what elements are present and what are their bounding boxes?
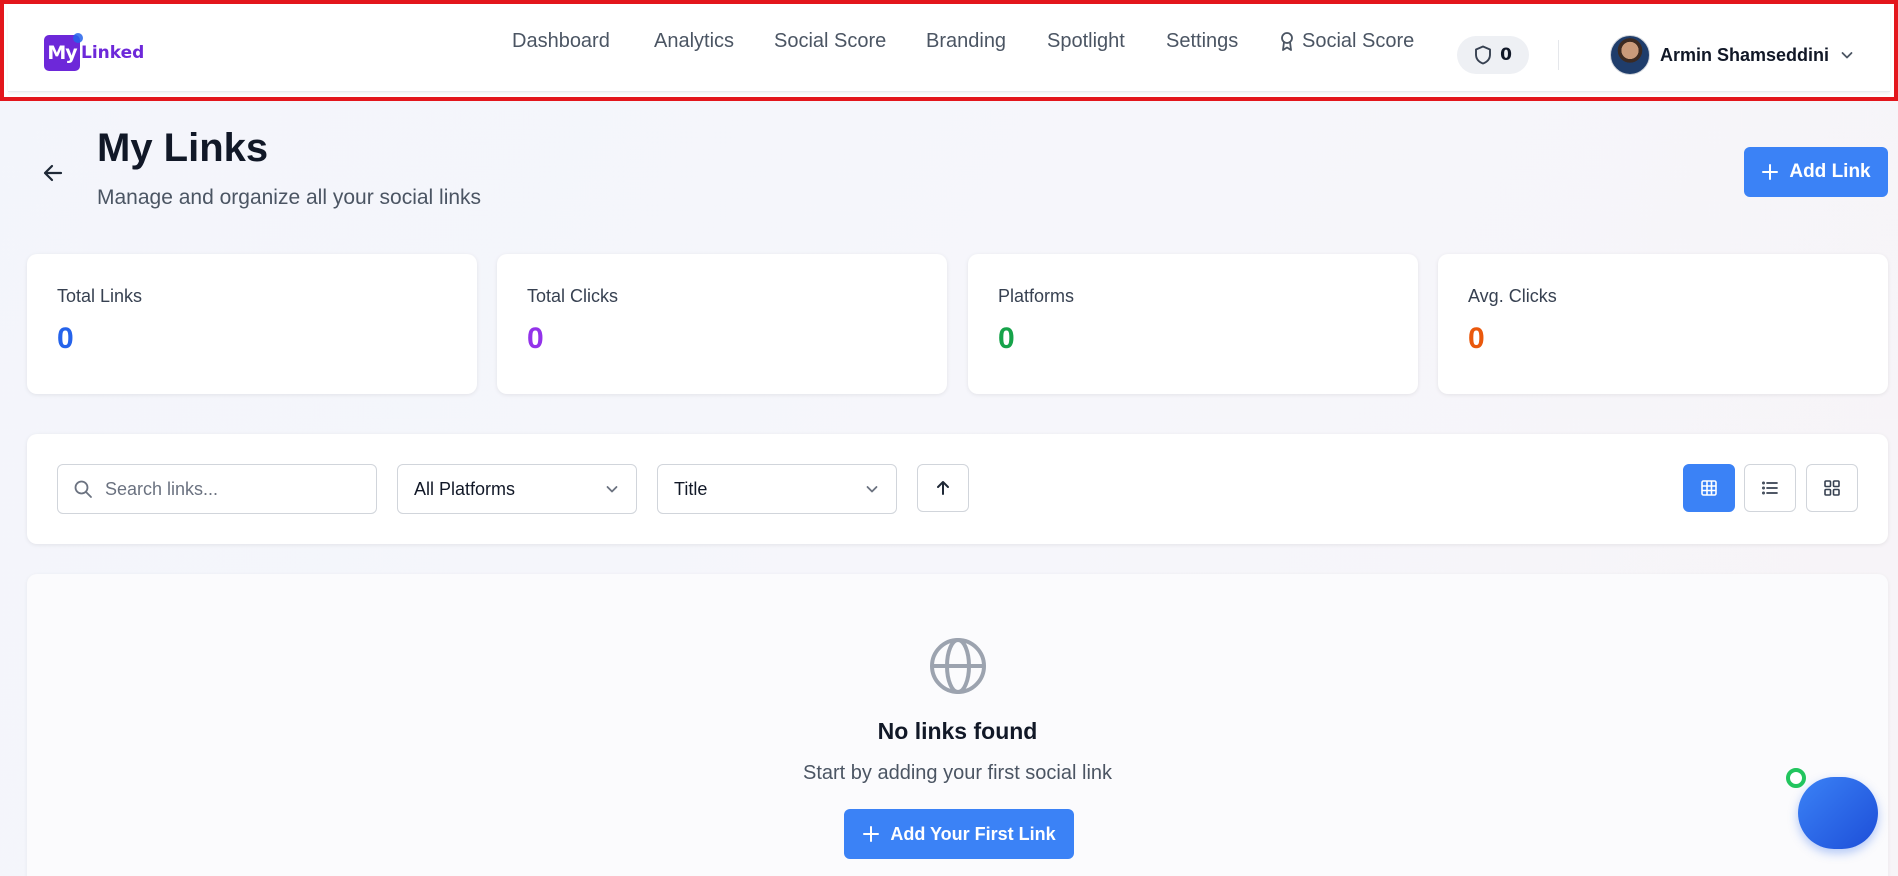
stat-card-total-links: Total Links 0 [27, 254, 477, 394]
empty-state-panel: No links found Start by adding your firs… [27, 574, 1888, 876]
platform-select-value: All Platforms [414, 478, 516, 499]
layout-grid-icon [1824, 480, 1840, 496]
brand-logo[interactable]: My Linked [44, 33, 145, 71]
sort-select[interactable]: Title [657, 464, 897, 514]
shield-badge[interactable]: 0 [1457, 36, 1529, 74]
nav-divider [1558, 40, 1559, 70]
chevron-down-icon [866, 486, 878, 493]
stat-value: 0 [998, 322, 1015, 355]
stat-label: Total Clicks [527, 286, 619, 306]
add-link-button[interactable]: Add Link [1744, 147, 1888, 197]
user-menu[interactable]: Armin Shamseddini [1610, 35, 1855, 75]
add-first-link-button[interactable]: Add Your First Link [844, 809, 1074, 859]
stat-label: Avg. Clicks [1468, 286, 1557, 306]
empty-state-subtitle: Start by adding your first social link [802, 762, 1113, 784]
stat-card-total-clicks: Total Clicks 0 [497, 254, 947, 394]
sort-direction-button[interactable] [917, 464, 969, 512]
add-link-label: Add Link [1789, 161, 1871, 182]
plus-icon [863, 826, 880, 842]
filter-bar: All Platforms Title [27, 434, 1888, 544]
back-arrow-icon[interactable] [40, 160, 66, 186]
stat-value: 0 [527, 322, 544, 355]
search-box[interactable] [57, 464, 377, 514]
stat-value: 0 [57, 322, 74, 355]
top-navigation-bar: My Linked Dashboard Analytics Social Sco… [0, 0, 1898, 101]
empty-state-title: No links found [877, 718, 1038, 744]
stat-label: Total Links [57, 286, 143, 306]
nav-analytics[interactable]: Analytics [654, 30, 734, 53]
nav-spotlight[interactable]: Spotlight [1047, 30, 1125, 53]
search-icon [74, 480, 92, 498]
award-label: Social Score [1302, 29, 1415, 52]
list-icon [1762, 481, 1778, 495]
add-first-link-label: Add Your First Link [890, 823, 1056, 844]
stat-card-avg-clicks: Avg. Clicks 0 [1438, 254, 1888, 394]
page-title: My Links [97, 126, 269, 170]
shield-icon [1475, 45, 1492, 65]
chat-widget-button[interactable] [1798, 777, 1878, 849]
list-view-button[interactable] [1744, 464, 1796, 512]
stat-value: 0 [1468, 322, 1485, 355]
card-view-button[interactable] [1806, 464, 1858, 512]
shield-count: 0 [1500, 45, 1512, 65]
user-name: Armin Shamseddini [1660, 44, 1830, 65]
nav-social-score[interactable]: Social Score [774, 30, 886, 53]
stat-card-platforms: Platforms 0 [968, 254, 1418, 394]
nav-social-score-award[interactable]: Social Score [1279, 30, 1414, 53]
platform-select[interactable]: All Platforms [397, 464, 637, 514]
chevron-down-icon [1841, 52, 1853, 59]
chevron-down-icon [606, 486, 618, 493]
table-grid-icon [1701, 480, 1717, 496]
award-icon [1281, 32, 1293, 51]
logo-mark: My [44, 33, 83, 71]
online-status-indicator [1786, 768, 1806, 788]
page-subtitle: Manage and organize all your social link… [97, 186, 482, 209]
navbar-container: My Linked Dashboard Analytics Social Sco… [8, 8, 1890, 92]
nav-dashboard[interactable]: Dashboard [512, 30, 610, 53]
avatar [1610, 35, 1650, 75]
nav-settings[interactable]: Settings [1166, 30, 1238, 53]
globe-icon [930, 638, 986, 694]
search-input[interactable] [105, 478, 355, 500]
stat-label: Platforms [998, 286, 1075, 306]
plus-icon [1762, 164, 1779, 180]
arrow-up-icon [937, 481, 949, 495]
nav-branding[interactable]: Branding [926, 30, 1006, 53]
grid-view-button[interactable] [1683, 464, 1735, 512]
logo-text: Linked [81, 43, 145, 63]
sort-select-value: Title [674, 478, 708, 499]
